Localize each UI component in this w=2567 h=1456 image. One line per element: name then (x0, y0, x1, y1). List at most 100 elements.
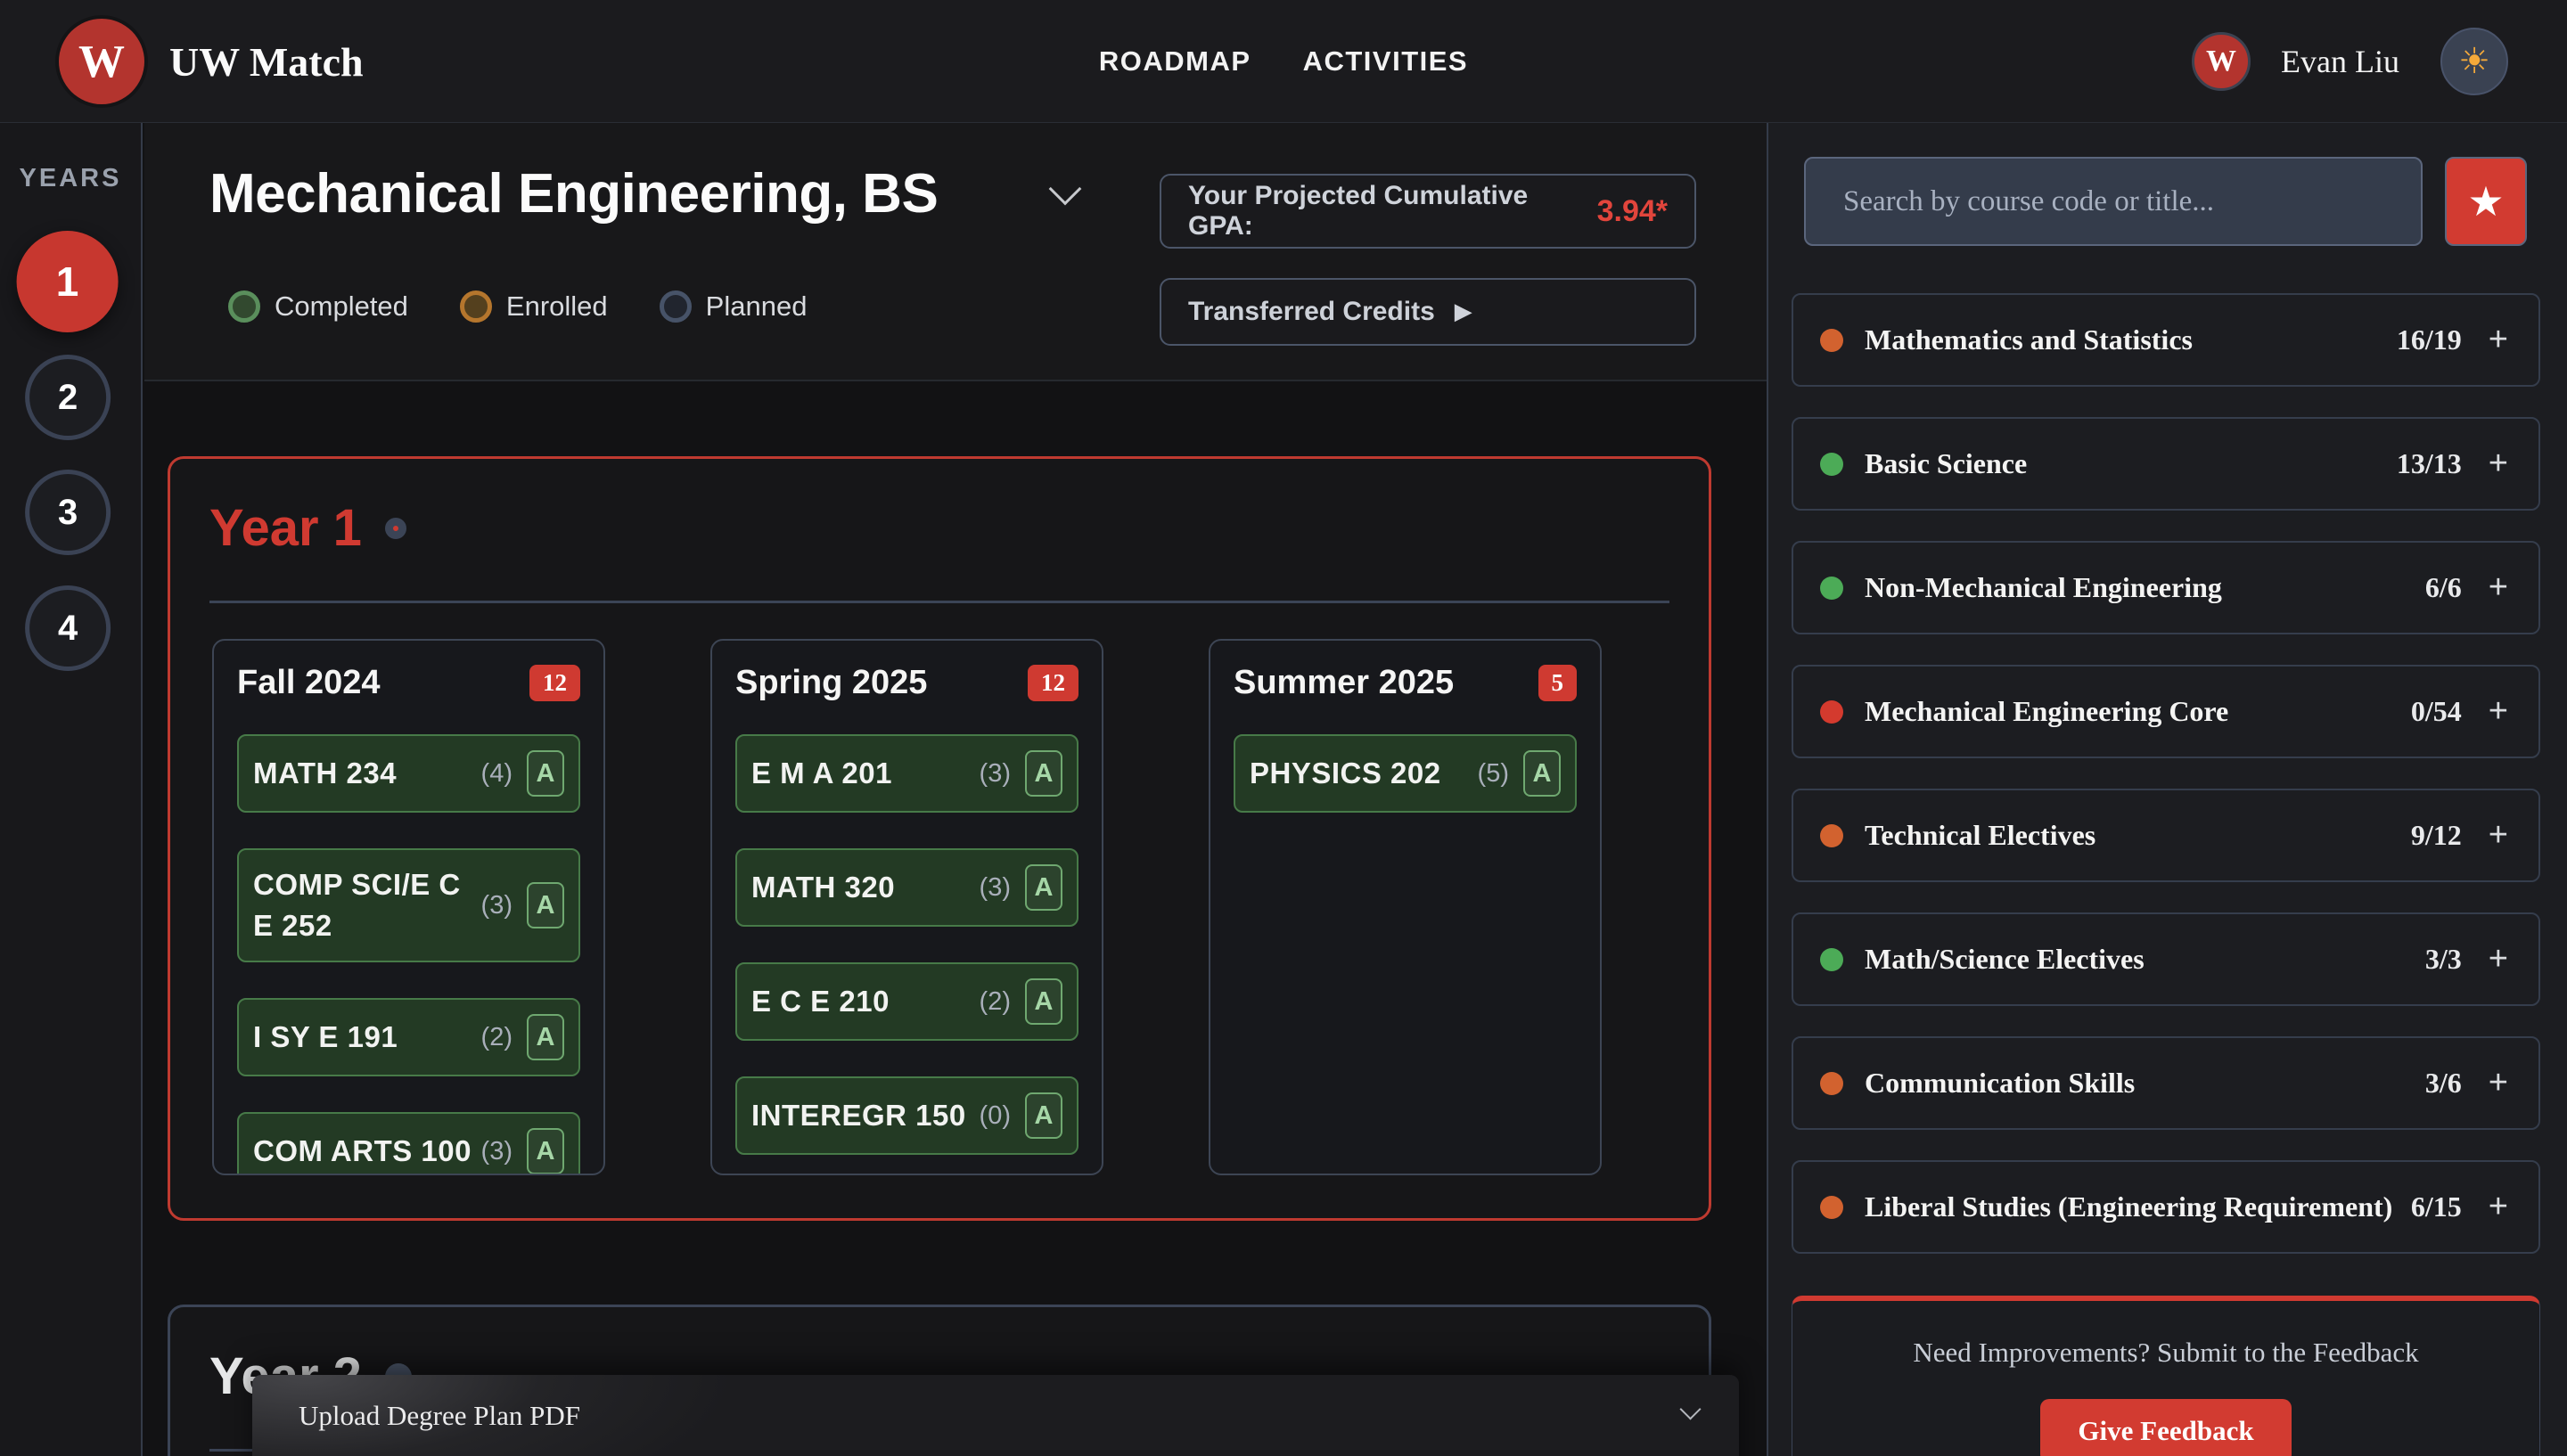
legend-item: Completed (228, 290, 408, 323)
requirement-card[interactable]: Math/Science Electives 3/3 + (1792, 912, 2540, 1006)
requirement-progress: 6/15 (2411, 1190, 2462, 1223)
sun-icon: ☀ (2458, 41, 2490, 82)
course-chip[interactable]: MATH 320 (3) A (735, 848, 1078, 927)
requirement-name: Technical Electives (1865, 819, 2411, 852)
requirements-panel: ★ Mathematics and Statistics 16/19 + Bas… (1767, 123, 2567, 1456)
user-name: Evan Liu (2281, 43, 2399, 80)
course-credits: (3) (980, 759, 1011, 789)
course-credits: (3) (481, 1137, 513, 1166)
course-list: MATH 234 (4) A COMP SCI/E C E 252 (3) A … (237, 734, 580, 1175)
requirement-card[interactable]: Non-Mechanical Engineering 6/6 + (1792, 541, 2540, 634)
requirement-progress: 3/6 (2425, 1067, 2462, 1100)
plus-icon[interactable]: + (2489, 568, 2508, 607)
plus-icon[interactable]: + (2489, 940, 2508, 978)
nav-link[interactable]: ACTIVITIES (1303, 45, 1469, 78)
course-chip[interactable]: PHYSICS 202 (5) A (1234, 734, 1577, 813)
course-chip[interactable]: INTEREGR 150 (0) A (735, 1076, 1078, 1155)
plus-icon[interactable]: + (2489, 692, 2508, 731)
semester-title: Spring 2025 (735, 664, 927, 702)
requirement-status-dot-icon (1820, 824, 1843, 847)
feedback-card: Need Improvements? Submit to the Feedbac… (1792, 1296, 2540, 1456)
requirement-name: Mechanical Engineering Core (1865, 695, 2411, 728)
nav-link[interactable]: ROADMAP (1099, 45, 1251, 78)
upload-degree-plan-drawer[interactable]: Upload Degree Plan PDF (252, 1375, 1739, 1456)
requirement-progress: 0/54 (2411, 695, 2462, 728)
requirement-name: Communication Skills (1865, 1067, 2425, 1100)
course-code: MATH 320 (751, 867, 974, 908)
top-navbar: W UW Match ROADMAP ACTIVITIES W Evan Liu… (0, 0, 2567, 123)
uw-logo-icon: W (59, 19, 144, 104)
chevron-down-icon[interactable] (1679, 1398, 1701, 1419)
transferred-credits-label: Transferred Credits (1188, 297, 1435, 327)
gpa-box: Your Projected Cumulative GPA: 3.94* (1160, 174, 1696, 249)
legend-dot-icon (660, 290, 692, 323)
year-sections: Year 1 Fall 2024 12 MATH 234 (4) A COMP … (168, 456, 1711, 1456)
nav-right: W Evan Liu ☀ (2192, 0, 2508, 123)
course-credits: (3) (980, 873, 1011, 903)
course-code: MATH 234 (253, 753, 476, 794)
legend-dot-icon (460, 290, 492, 323)
year-circle-button[interactable]: 4 (25, 585, 111, 671)
chevron-down-icon[interactable] (1049, 172, 1082, 205)
plus-icon[interactable]: + (2489, 1188, 2508, 1226)
requirement-name: Math/Science Electives (1865, 943, 2425, 976)
requirement-card[interactable]: Communication Skills 3/6 + (1792, 1036, 2540, 1130)
requirement-progress: 3/3 (2425, 943, 2462, 976)
course-grade-badge: A (527, 1128, 564, 1174)
course-search-input[interactable] (1804, 157, 2423, 246)
requirement-progress: 9/12 (2411, 819, 2462, 852)
play-icon: ▶ (1455, 299, 1472, 325)
requirement-card[interactable]: Technical Electives 9/12 + (1792, 789, 2540, 882)
star-icon: ★ (2467, 177, 2504, 225)
semester-header: Fall 2024 12 (237, 664, 580, 702)
status-legend: Completed Enrolled Planned (228, 290, 807, 323)
course-credits: (2) (980, 987, 1011, 1017)
course-grade-badge: A (1025, 750, 1062, 797)
course-grade-badge: A (1025, 978, 1062, 1025)
plus-icon[interactable]: + (2489, 445, 2508, 483)
requirement-status-dot-icon (1820, 700, 1843, 724)
course-code: PHYSICS 202 (1250, 753, 1472, 794)
year-section: Year 1 Fall 2024 12 MATH 234 (4) A COMP … (168, 456, 1711, 1221)
requirement-status-dot-icon (1820, 1072, 1843, 1095)
requirement-name: Basic Science (1865, 447, 2397, 480)
plus-icon[interactable]: + (2489, 1064, 2508, 1102)
course-grade-badge: A (527, 882, 564, 928)
course-code: COM ARTS 100 (253, 1131, 476, 1172)
plan-header: Mechanical Engineering, BS Your Projecte… (144, 123, 1767, 381)
legend-item: Planned (660, 290, 808, 323)
year-circle-button[interactable]: 1 (17, 231, 119, 332)
semester-card: Summer 2025 5 PHYSICS 202 (5) A (1209, 639, 1602, 1175)
requirement-status-dot-icon (1820, 577, 1843, 600)
legend-label: Planned (706, 290, 808, 323)
requirement-card[interactable]: Liberal Studies (Engineering Requirement… (1792, 1160, 2540, 1254)
course-chip[interactable]: COM ARTS 100 (3) A (237, 1112, 580, 1175)
favorites-button[interactable]: ★ (2445, 157, 2527, 246)
requirement-name: Liberal Studies (Engineering Requirement… (1865, 1190, 2411, 1223)
course-credits: (5) (1478, 759, 1509, 789)
course-chip[interactable]: COMP SCI/E C E 252 (3) A (237, 848, 580, 962)
give-feedback-button[interactable]: Give Feedback (2040, 1399, 2291, 1456)
user-avatar[interactable]: W (2192, 32, 2251, 91)
year-circle-button[interactable]: 3 (25, 470, 111, 555)
main-content: Mechanical Engineering, BS Your Projecte… (144, 123, 1767, 1456)
plus-icon[interactable]: + (2489, 321, 2508, 359)
course-code: E M A 201 (751, 753, 974, 794)
requirement-card[interactable]: Mathematics and Statistics 16/19 + (1792, 293, 2540, 387)
course-credits: (2) (481, 1023, 513, 1052)
course-grade-badge: A (1025, 864, 1062, 911)
course-chip[interactable]: E C E 210 (2) A (735, 962, 1078, 1041)
year-circle-button[interactable]: 2 (25, 355, 111, 440)
semester-title: Summer 2025 (1234, 664, 1454, 702)
theme-toggle-button[interactable]: ☀ (2440, 28, 2508, 95)
requirement-card[interactable]: Mechanical Engineering Core 0/54 + (1792, 665, 2540, 758)
legend-label: Completed (275, 290, 408, 323)
requirement-card[interactable]: Basic Science 13/13 + (1792, 417, 2540, 511)
transferred-credits-button[interactable]: Transferred Credits ▶ (1160, 278, 1696, 346)
course-chip[interactable]: I SY E 191 (2) A (237, 998, 580, 1076)
brand[interactable]: W UW Match (59, 0, 364, 123)
course-chip[interactable]: MATH 234 (4) A (237, 734, 580, 813)
course-chip[interactable]: E M A 201 (3) A (735, 734, 1078, 813)
year-title: Year 1 (209, 498, 362, 558)
plus-icon[interactable]: + (2489, 816, 2508, 855)
